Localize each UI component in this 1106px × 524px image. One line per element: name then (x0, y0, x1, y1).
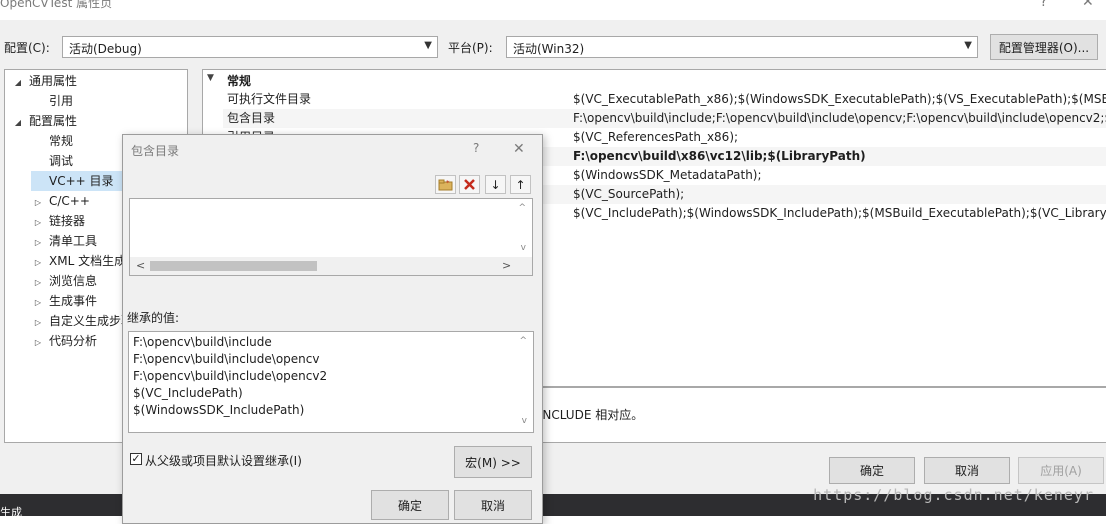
config-combo-value: 活动(Debug) (69, 42, 142, 56)
tree-item-label: 浏览信息 (49, 274, 98, 288)
config-combo[interactable]: 活动(Debug) ▼ (62, 36, 438, 58)
cancel-button[interactable]: 取消 (924, 457, 1010, 484)
chevron-down-icon: ▼ (964, 40, 972, 51)
tree-item-label: 自定义生成步骤 (49, 314, 134, 328)
property-value[interactable]: $(WindowsSDK_MetadataPath); (573, 166, 1106, 185)
arrow-down-icon: ↓ (490, 177, 501, 192)
tree-item-label: 配置属性 (29, 114, 78, 128)
delete-line-button[interactable] (459, 175, 480, 194)
tree-collapsed-icon[interactable]: ▷ (31, 273, 45, 293)
close-icon[interactable]: ✕ (1082, 0, 1094, 10)
tree-collapsed-icon[interactable]: ▷ (31, 313, 45, 333)
tree-collapsed-icon[interactable]: ▷ (31, 293, 45, 313)
tree-item[interactable]: ◢ 配置属性 (11, 111, 187, 131)
scroll-down-icon[interactable]: v (522, 416, 527, 426)
horizontal-scrollbar[interactable]: < > (130, 257, 532, 275)
status-text: 生成 (0, 506, 22, 519)
scroll-up-icon[interactable]: ^ (519, 336, 527, 346)
tree-item-label: 通用属性 (29, 74, 78, 88)
inherited-value: $(VC_IncludePath) (133, 386, 243, 400)
platform-combo[interactable]: 活动(Win32) ▼ (506, 36, 978, 58)
ok-button[interactable]: 确定 (829, 457, 915, 484)
inherited-values-label: 继承的值: (127, 311, 180, 325)
scroll-left-icon[interactable]: < (136, 259, 145, 272)
tree-item-label: 代码分析 (49, 334, 98, 348)
config-label: 配置(C): (4, 41, 50, 55)
include-directories-dialog: 包含目录 ? ✕ * ↓ ↑ ^ v < > 继承的值: F:\opencv\b… (122, 134, 543, 524)
property-name: 可执行文件目录 (227, 92, 312, 106)
inherited-value: F:\opencv\build\include\opencv (133, 352, 320, 366)
tree-item-label: 调试 (49, 154, 74, 168)
property-value[interactable]: $(VC_ReferencesPath_x86); (573, 128, 1106, 147)
inherit-checkbox[interactable]: ✓ (130, 453, 142, 465)
property-value[interactable]: $(VC_IncludePath);$(WindowsSDK_IncludePa… (573, 204, 1106, 223)
move-down-button[interactable]: ↓ (485, 175, 506, 194)
tree-item-label: C/C++ (49, 194, 90, 208)
new-line-button[interactable]: * (435, 175, 456, 194)
tree-collapsed-icon[interactable]: ▷ (31, 213, 45, 233)
window-title: OpenCVTest 属性页 (0, 0, 113, 10)
inherited-value: $(WindowsSDK_IncludePath) (133, 403, 305, 417)
delete-icon (464, 179, 475, 190)
tree-collapsed-icon[interactable]: ▷ (31, 193, 45, 213)
checkmark-icon: ✓ (131, 452, 141, 465)
property-row[interactable]: 包含目录 F:\opencv\build\include;F:\opencv\bu… (223, 109, 1106, 128)
move-up-button[interactable]: ↑ (510, 175, 531, 194)
grid-section-header: 常规 (227, 74, 252, 88)
tree-item-label: 清单工具 (49, 234, 98, 248)
edit-list[interactable]: ^ v < > (129, 198, 533, 276)
watermark: https://blog.csdn.net/keneyr (813, 486, 1094, 504)
property-value[interactable]: $(VC_ExecutablePath_x86);$(WindowsSDK_Ex… (573, 90, 1106, 109)
tree-item-label: 常规 (49, 134, 74, 148)
svg-text:*: * (446, 179, 450, 187)
tree-item-label: 引用 (49, 94, 74, 108)
property-name: 包含目录 (227, 111, 276, 125)
tree-item-label: 生成事件 (49, 294, 98, 308)
close-icon[interactable]: ✕ (513, 141, 525, 157)
inherit-checkbox-label[interactable]: 从父级或项目默认设置继承(I) (145, 452, 302, 469)
macro-button[interactable]: 宏(M) >> (454, 446, 532, 478)
chevron-down-icon[interactable]: ▼ (207, 73, 214, 83)
apply-button[interactable]: 应用(A) (1018, 457, 1104, 484)
scroll-down-icon[interactable]: v (521, 243, 526, 253)
tree-item[interactable]: ◢ 通用属性 (11, 71, 187, 91)
inherited-value: F:\opencv\build\include\opencv2 (133, 369, 328, 383)
inherited-values-list[interactable]: F:\opencv\build\include F:\opencv\build\i… (128, 331, 534, 433)
arrow-up-icon: ↑ (515, 177, 526, 192)
property-value[interactable]: F:\opencv\build\include;F:\opencv\build\… (573, 109, 1106, 128)
scroll-up-icon[interactable]: ^ (518, 203, 526, 213)
help-icon[interactable]: ? (1040, 0, 1047, 10)
config-manager-button[interactable]: 配置管理器(O)... (990, 34, 1098, 60)
tree-collapsed-icon[interactable]: ▷ (31, 233, 45, 253)
platform-combo-value: 活动(Win32) (513, 42, 585, 56)
tree-item[interactable]: 引用 (31, 91, 187, 111)
property-row[interactable]: 可执行文件目录 $(VC_ExecutablePath_x86);$(Window… (223, 90, 1106, 109)
tree-item-label: XML 文档生成 (49, 254, 127, 268)
tree-item-label: VC++ 目录 (49, 174, 114, 188)
tree-collapsed-icon[interactable]: ▷ (31, 333, 45, 353)
tree-expanded-icon[interactable]: ◢ (11, 113, 25, 133)
inherited-value: F:\opencv\build\include (133, 335, 272, 349)
dialog-title: 包含目录 (131, 144, 180, 158)
chevron-down-icon: ▼ (424, 40, 432, 51)
tree-expanded-icon[interactable]: ◢ (11, 73, 25, 93)
tree-collapsed-icon[interactable]: ▷ (31, 253, 45, 273)
help-icon[interactable]: ? (473, 141, 479, 155)
tree-item-label: 链接器 (49, 214, 86, 228)
property-value[interactable]: F:\opencv\build\x86\vc12\lib;$(LibraryPa… (573, 147, 1106, 166)
property-value[interactable]: $(VC_SourcePath); (573, 185, 1106, 204)
scroll-right-icon[interactable]: > (502, 259, 511, 272)
new-folder-icon: * (438, 179, 453, 191)
scrollbar-thumb[interactable] (150, 261, 317, 271)
platform-label: 平台(P): (448, 41, 493, 55)
